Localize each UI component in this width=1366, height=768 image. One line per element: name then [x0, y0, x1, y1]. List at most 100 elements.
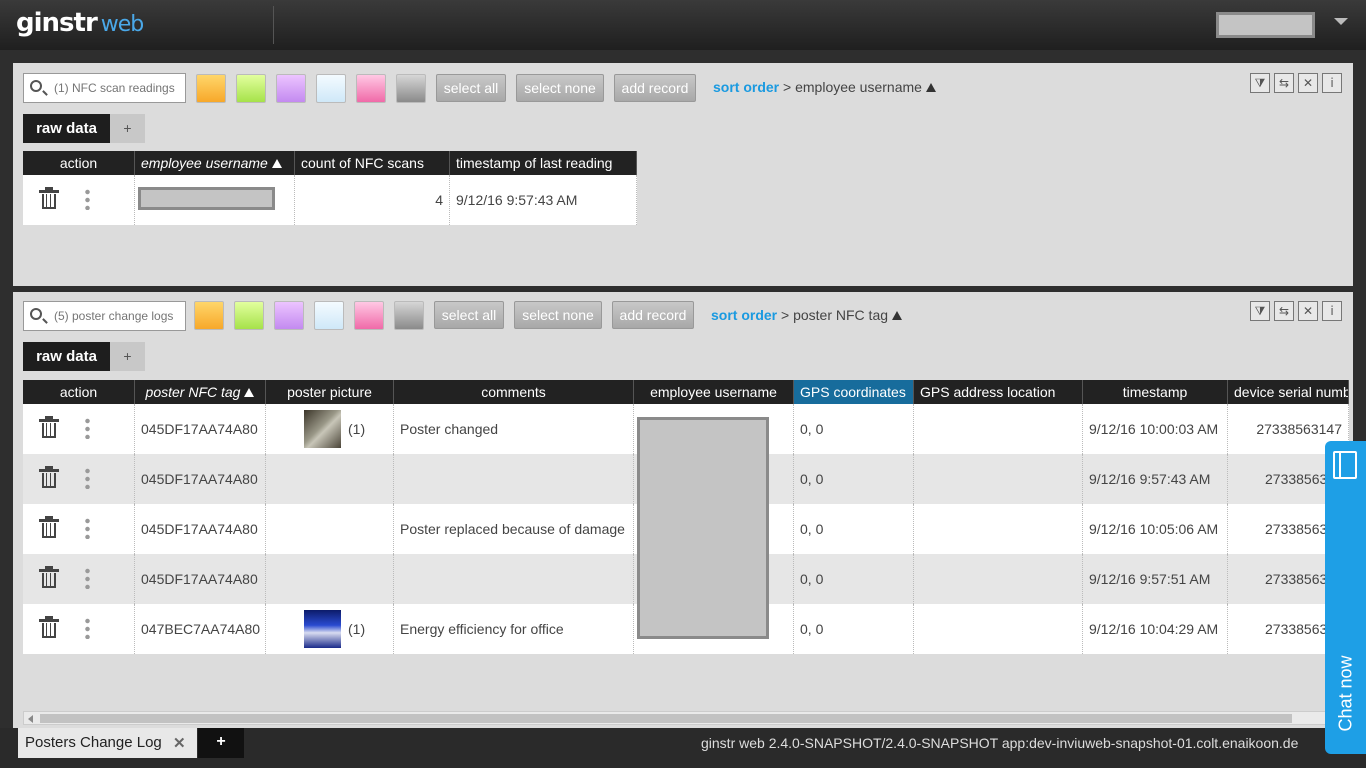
select-none-button[interactable]: select none [516, 74, 604, 102]
more-icon[interactable] [85, 517, 90, 539]
color-filter-orange[interactable] [194, 301, 224, 330]
sort-order-link[interactable]: sort order [711, 307, 777, 323]
add-tab-button[interactable]: + [198, 728, 244, 758]
more-icon[interactable] [85, 417, 90, 439]
picture-cell[interactable] [266, 454, 394, 504]
gps-cell: 0, 0 [794, 404, 914, 454]
picture-cell[interactable]: (1) [266, 604, 394, 654]
color-filter-purple[interactable] [276, 74, 306, 103]
search-icon [30, 308, 42, 320]
sort-field: employee username [795, 79, 922, 95]
col-poster-picture[interactable]: poster picture [266, 380, 394, 404]
more-icon[interactable] [85, 617, 90, 639]
close-icon[interactable]: ✕ [1298, 301, 1318, 321]
sort-order-link[interactable]: sort order [713, 79, 779, 95]
col-gps-coordinates[interactable]: GPS coordinates [794, 380, 914, 404]
add-tab-button[interactable]: + [110, 114, 145, 143]
swap-icon[interactable]: ⇆ [1274, 73, 1294, 93]
select-all-button[interactable]: select all [436, 74, 506, 102]
color-filter-pink[interactable] [356, 74, 386, 103]
scrollbar-thumb[interactable] [40, 714, 1292, 723]
nfc-scan-readings-panel: select all select none add record sort o… [13, 63, 1353, 286]
color-filter-orange[interactable] [196, 74, 226, 103]
scroll-left-icon[interactable] [28, 715, 33, 723]
poster-thumbnail[interactable] [304, 410, 341, 448]
color-filter-blue[interactable] [316, 74, 346, 103]
tab-raw-data[interactable]: raw data [23, 114, 110, 143]
add-record-button[interactable]: add record [614, 74, 696, 102]
gps-cell: 0, 0 [794, 454, 914, 504]
address-cell [914, 504, 1083, 554]
comment-cell: Poster replaced because of damage [394, 504, 634, 554]
col-timestamp[interactable]: timestamp [1083, 380, 1228, 404]
col-timestamp-last-reading[interactable]: timestamp of last reading [450, 151, 637, 175]
more-icon[interactable] [85, 188, 90, 210]
more-icon[interactable] [85, 567, 90, 589]
table-row[interactable]: 4 9/12/16 9:57:43 AM [23, 175, 637, 225]
col-device-serial[interactable]: device serial numb [1228, 380, 1349, 404]
top-bar: ginstr web [0, 0, 1366, 50]
col-label: employee username [141, 155, 268, 171]
add-record-button[interactable]: add record [612, 301, 694, 329]
col-employee-username[interactable]: employee username [634, 380, 794, 404]
trash-icon[interactable] [39, 516, 59, 538]
picture-cell[interactable]: (1) [266, 404, 394, 454]
select-none-button[interactable]: select none [514, 301, 602, 329]
color-filter-gray[interactable] [394, 301, 424, 330]
col-poster-nfc-tag[interactable]: poster NFC tag [135, 380, 266, 404]
timestamp-cell: 9/12/16 10:00:03 AM [1083, 404, 1228, 454]
timestamp-cell: 9/12/16 10:05:06 AM [1083, 504, 1228, 554]
tab-posters-change-log[interactable]: Posters Change Log ✕ [18, 728, 197, 758]
sort-order: sort order > employee username [713, 79, 936, 95]
col-employee-username[interactable]: employee username [135, 151, 295, 175]
close-icon[interactable]: ✕ [1298, 73, 1318, 93]
col-gps-address-location[interactable]: GPS address location [914, 380, 1083, 404]
add-tab-button[interactable]: + [110, 342, 145, 371]
search-input[interactable] [54, 307, 182, 325]
ginstr-logo[interactable]: ginstr web [16, 8, 144, 38]
user-menu[interactable] [1216, 12, 1315, 38]
trash-icon[interactable] [39, 466, 59, 488]
comment-cell: Poster changed [394, 404, 634, 454]
trash-icon[interactable] [39, 616, 59, 638]
redacted-username [637, 417, 769, 639]
close-icon[interactable]: ✕ [173, 734, 186, 752]
sort-asc-icon [244, 388, 255, 397]
address-cell [914, 604, 1083, 654]
tag-cell: 045DF17AA74A80 [135, 454, 266, 504]
color-filter-blue[interactable] [314, 301, 344, 330]
search-box[interactable] [23, 301, 186, 331]
poster-change-logs-panel: select all select none add record sort o… [13, 292, 1353, 728]
swap-icon[interactable]: ⇆ [1274, 301, 1294, 321]
color-filter-green[interactable] [234, 301, 264, 330]
color-filter-pink[interactable] [354, 301, 384, 330]
chat-label: Chat now [1335, 655, 1356, 732]
timestamp-cell: 9/12/16 10:04:29 AM [1083, 604, 1228, 654]
search-box[interactable] [23, 73, 186, 103]
trash-icon[interactable] [39, 566, 59, 588]
picture-cell[interactable] [266, 554, 394, 604]
trash-icon[interactable] [39, 416, 59, 438]
col-comments[interactable]: comments [394, 380, 634, 404]
more-icon[interactable] [85, 467, 90, 489]
poster-thumbnail[interactable] [304, 610, 341, 648]
trash-icon[interactable] [39, 187, 59, 209]
gps-cell: 0, 0 [794, 554, 914, 604]
info-icon[interactable]: i [1322, 73, 1342, 93]
select-all-button[interactable]: select all [434, 301, 504, 329]
color-filter-gray[interactable] [396, 74, 426, 103]
chat-now-button[interactable]: Chat now [1325, 441, 1366, 754]
horizontal-scrollbar[interactable] [23, 711, 1349, 725]
color-filter-green[interactable] [236, 74, 266, 103]
sort-field: poster NFC tag [793, 307, 889, 323]
chevron-down-icon[interactable] [1334, 18, 1348, 25]
col-count-nfc-scans[interactable]: count of NFC scans [295, 151, 450, 175]
filter-icon[interactable]: ⧩ [1250, 301, 1270, 321]
tab-raw-data[interactable]: raw data [23, 342, 110, 371]
color-filter-purple[interactable] [274, 301, 304, 330]
search-input[interactable] [54, 79, 182, 97]
info-icon[interactable]: i [1322, 301, 1342, 321]
filter-icon[interactable]: ⧩ [1250, 73, 1270, 93]
picture-cell[interactable] [266, 504, 394, 554]
version-info: ginstr web 2.4.0-SNAPSHOT/2.4.0-SNAPSHOT… [701, 735, 1299, 751]
